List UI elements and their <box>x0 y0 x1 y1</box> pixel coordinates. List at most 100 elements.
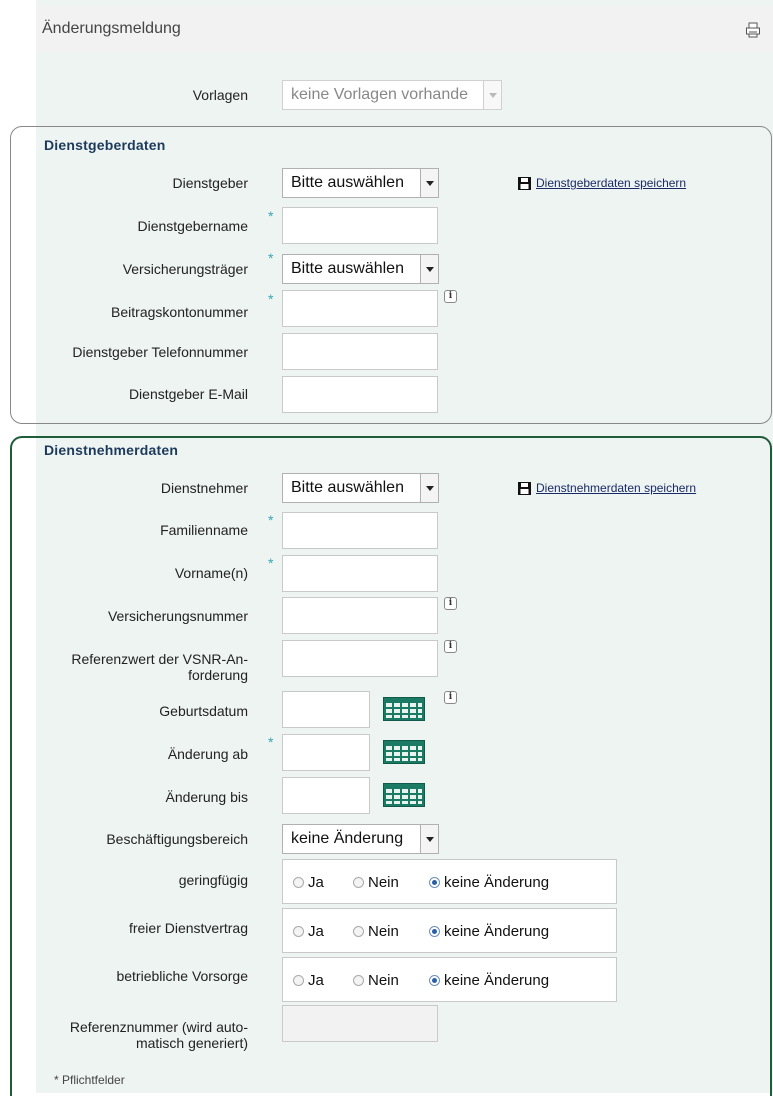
telefonnummer-label: Dienstgeber Telefonnummer <box>72 344 248 360</box>
familienname-input[interactable] <box>282 512 438 549</box>
familienname-label: Familienname <box>160 522 248 538</box>
freier-dienstvertrag-label: freier Dienstvertrag <box>128 920 248 936</box>
radio-label: keine Änderung <box>444 923 550 940</box>
chevron-down-icon <box>420 169 438 197</box>
radio-circle[interactable] <box>293 926 304 937</box>
required-footnote: * Pflichtfelder <box>54 1073 125 1087</box>
radio-ja[interactable]: Ja <box>293 874 324 891</box>
freier-dienstvertrag-radio-group: Ja Nein keine Änderung <box>282 908 617 953</box>
calendar-icon[interactable] <box>383 697 425 721</box>
page-title: Änderungsmeldung <box>42 20 181 37</box>
print-icon[interactable] <box>745 22 761 38</box>
betriebliche-vorsorge-radio-group: Ja Nein keine Änderung <box>282 957 617 1002</box>
beschaeftigungsbereich-value: keine Änderung <box>291 830 404 847</box>
radio-circle[interactable] <box>353 877 364 888</box>
dienstgeber-value: Bitte auswählen <box>291 174 404 191</box>
geringfuegig-radio-group: Ja Nein keine Änderung <box>282 859 617 904</box>
vorlagen-label: Vorlagen <box>192 87 248 103</box>
aenderung-bis-input[interactable] <box>282 777 370 814</box>
versicherungsnummer-label: Versicherungsnummer <box>107 608 248 624</box>
beitragskontonummer-label: Beitragskontonummer <box>111 304 248 320</box>
geringfuegig-label: geringfügig <box>178 872 248 888</box>
versicherungstraeger-select[interactable]: Bitte auswählen <box>282 254 439 284</box>
required-marker: * <box>268 250 274 266</box>
versicherungsnummer-input[interactable] <box>282 597 438 634</box>
radio-label: Ja <box>308 874 324 891</box>
dienstgebername-label: Dienstgebername <box>137 218 248 234</box>
required-marker: * <box>268 291 274 307</box>
info-icon[interactable]: i <box>444 640 457 653</box>
radio-ja[interactable]: Ja <box>293 972 324 989</box>
info-icon[interactable]: i <box>444 597 457 610</box>
info-icon[interactable]: i <box>444 691 457 704</box>
geburtsdatum-input[interactable] <box>282 691 370 728</box>
save-icon <box>518 176 531 190</box>
aenderung-ab-label: Änderung ab <box>167 746 248 762</box>
radio-ja[interactable]: Ja <box>293 923 324 940</box>
chevron-down-icon <box>420 825 438 853</box>
radio-circle-selected[interactable] <box>429 877 440 888</box>
calendar-icon[interactable] <box>383 740 425 764</box>
dienstnehmer-save-link[interactable]: Dienstnehmerdaten speichern <box>518 481 696 495</box>
beitragskontonummer-input[interactable] <box>282 290 438 327</box>
dienstnehmer-select[interactable]: Bitte auswählen <box>282 473 439 503</box>
aenderung-ab-input[interactable] <box>282 734 370 771</box>
required-marker: * <box>268 512 274 528</box>
geburtsdatum-label: Geburtsdatum <box>159 703 248 719</box>
vorname-label: Vorname(n) <box>174 565 248 581</box>
aenderung-bis-label: Änderung bis <box>165 789 248 805</box>
telefonnummer-input[interactable] <box>282 333 438 370</box>
info-icon[interactable]: i <box>444 290 457 303</box>
radio-circle[interactable] <box>353 975 364 986</box>
referenznummer-label-1: Referenznummer (wird auto- <box>69 1019 248 1035</box>
title-bar: Änderungsmeldung <box>36 6 773 52</box>
radio-circle-selected[interactable] <box>429 926 440 937</box>
required-marker: * <box>268 208 274 224</box>
betriebliche-vorsorge-label: betriebliche Vorsorge <box>116 968 248 984</box>
chevron-down-icon <box>483 81 501 109</box>
radio-label: keine Änderung <box>444 972 550 989</box>
vorlagen-select[interactable]: keine Vorlagen vorhande <box>282 80 502 110</box>
dienstgebername-input[interactable] <box>282 207 438 244</box>
dienstnehmer-value: Bitte auswählen <box>291 479 404 496</box>
dienstgeber-save-label: Dienstgeberdaten speichern <box>536 176 687 190</box>
chevron-down-icon <box>420 255 438 283</box>
referenznummer-input <box>282 1005 438 1042</box>
radio-label: keine Änderung <box>444 874 550 891</box>
email-input[interactable] <box>282 376 438 413</box>
referenznummer-label-2: matisch generiert) <box>135 1035 248 1051</box>
required-marker: * <box>268 734 274 750</box>
radio-nein[interactable]: Nein <box>353 923 399 940</box>
referenzwert-label-1: Referenzwert der VSNR-An- <box>71 651 248 667</box>
radio-nein[interactable]: Nein <box>353 874 399 891</box>
dienstgeber-save-link[interactable]: Dienstgeberdaten speichern <box>518 176 686 190</box>
vorname-input[interactable] <box>282 555 438 592</box>
required-marker: * <box>268 555 274 571</box>
radio-label: Nein <box>368 874 399 891</box>
calendar-icon[interactable] <box>383 783 425 807</box>
dienstgeber-section-title: Dienstgeberdaten <box>44 137 166 153</box>
radio-keine-aenderung[interactable]: keine Änderung <box>429 972 549 989</box>
vorlagen-value: keine Vorlagen vorhande <box>291 86 469 103</box>
referenzwert-input[interactable] <box>282 640 438 677</box>
radio-circle[interactable] <box>293 877 304 888</box>
versicherungstraeger-label: Versicherungsträger <box>122 261 248 277</box>
radio-label: Nein <box>368 923 399 940</box>
radio-circle-selected[interactable] <box>429 975 440 986</box>
dienstgeber-select[interactable]: Bitte auswählen <box>282 168 439 198</box>
dienstnehmer-label: Dienstnehmer <box>160 480 248 496</box>
radio-circle[interactable] <box>293 975 304 986</box>
radio-label: Nein <box>368 972 399 989</box>
beschaeftigungsbereich-select[interactable]: keine Änderung <box>282 824 439 854</box>
chevron-down-icon <box>420 474 438 502</box>
radio-circle[interactable] <box>353 926 364 937</box>
email-label: Dienstgeber E-Mail <box>128 386 248 402</box>
radio-label: Ja <box>308 972 324 989</box>
dienstnehmer-section-title: Dienstnehmerdaten <box>44 442 179 458</box>
radio-keine-aenderung[interactable]: keine Änderung <box>429 923 549 940</box>
dienstnehmer-save-label: Dienstnehmerdaten speichern <box>536 481 697 495</box>
referenzwert-label-2: forderung <box>188 667 248 683</box>
dienstgeber-label: Dienstgeber <box>172 175 249 191</box>
radio-nein[interactable]: Nein <box>353 972 399 989</box>
radio-keine-aenderung[interactable]: keine Änderung <box>429 874 549 891</box>
